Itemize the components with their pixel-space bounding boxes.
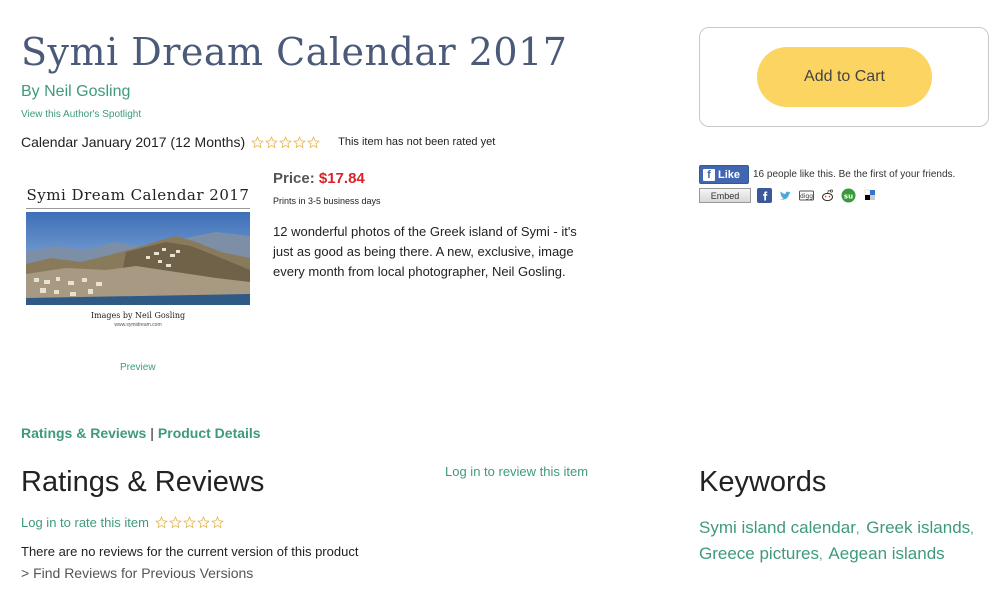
star-icon[interactable] <box>251 135 265 149</box>
keyword-link[interactable]: Greece pictures <box>699 544 819 563</box>
facebook-icon: f <box>703 168 715 181</box>
cover-divider <box>26 208 250 209</box>
cover-credit: Images by Neil Gosling <box>90 311 186 320</box>
tab-separator: | <box>150 425 154 441</box>
twitter-icon[interactable] <box>778 188 793 203</box>
find-previous-reviews-link[interactable]: > Find Reviews for Previous Versions <box>21 565 253 581</box>
star-icon[interactable] <box>210 516 224 529</box>
product-tabs: Ratings & Reviews | Product Details <box>21 425 261 441</box>
digg-icon[interactable]: digg <box>799 188 814 203</box>
product-title: Symi Dream Calendar 2017 <box>21 30 568 74</box>
tab-ratings-reviews[interactable]: Ratings & Reviews <box>21 425 146 441</box>
no-reviews-message: There are no reviews for the current ver… <box>21 544 359 559</box>
preview-link[interactable]: Preview <box>120 362 156 373</box>
facebook-like-row: f Like 16 people like this. Be the first… <box>699 165 955 184</box>
prints-note: Prints in 3-5 business days <box>273 196 381 206</box>
star-icon[interactable] <box>196 516 210 529</box>
star-icon[interactable] <box>293 135 307 149</box>
cart-panel: Add to Cart <box>699 27 989 127</box>
keywords-heading: Keywords <box>699 466 827 498</box>
star-icon[interactable] <box>168 516 182 529</box>
keyword-link[interactable]: Greek islands <box>866 518 970 537</box>
author-spotlight-link[interactable]: View this Author's Spotlight <box>21 109 141 120</box>
product-format: Calendar January 2017 (12 Months) <box>21 134 246 150</box>
add-to-cart-button[interactable]: Add to Cart <box>757 47 932 107</box>
rating-stars[interactable] <box>251 135 321 149</box>
svg-text:digg: digg <box>800 193 813 200</box>
share-toolbar: Embed digg su <box>699 188 877 203</box>
embed-button[interactable]: Embed <box>699 188 751 203</box>
star-icon[interactable] <box>279 135 293 149</box>
rate-stars[interactable] <box>154 516 224 529</box>
calendar-cover-image[interactable]: Symi Dream Calendar 2017 Images by Neil … <box>24 180 252 340</box>
keyword-link[interactable]: Aegean islands <box>828 544 944 563</box>
cover-url: www.symidream.com <box>114 322 162 328</box>
like-count-text: 16 people like this. Be the first of you… <box>753 169 956 180</box>
star-icon[interactable] <box>182 516 196 529</box>
product-description: 12 wonderful photos of the Greek island … <box>273 224 577 279</box>
login-to-rate-link[interactable]: Log in to rate this item <box>21 515 149 530</box>
price-label: Price: <box>273 170 315 187</box>
stumbleupon-icon[interactable]: su <box>841 188 856 203</box>
star-icon[interactable] <box>154 516 168 529</box>
reddit-icon[interactable] <box>820 188 835 203</box>
star-icon[interactable] <box>265 135 279 149</box>
cover-photo <box>26 212 250 305</box>
keyword-list: Symi island calendar, Greek islands, Gre… <box>699 518 974 563</box>
price-value: $17.84 <box>318 170 365 187</box>
facebook-icon[interactable] <box>757 188 772 203</box>
facebook-like-button[interactable]: f Like <box>699 165 749 184</box>
like-label: Like <box>718 168 741 181</box>
format-rating-line: Calendar January 2017 (12 Months) This i… <box>21 134 495 150</box>
tab-product-details[interactable]: Product Details <box>158 425 261 441</box>
rate-line: Log in to rate this item <box>21 515 224 530</box>
keyword-link[interactable]: Symi island calendar <box>699 518 856 537</box>
rating-status: This item has not been rated yet <box>338 136 496 148</box>
svg-text:su: su <box>844 192 853 200</box>
ratings-reviews-heading: Ratings & Reviews <box>21 466 265 498</box>
star-icon[interactable] <box>307 135 321 149</box>
price: Price: $17.84 <box>273 170 365 187</box>
author-link[interactable]: By Neil Gosling <box>21 83 130 101</box>
delicious-icon[interactable] <box>862 188 877 203</box>
login-to-review-link[interactable]: Log in to review this item <box>445 464 588 479</box>
cover-title: Symi Dream Calendar 2017 <box>26 186 250 204</box>
